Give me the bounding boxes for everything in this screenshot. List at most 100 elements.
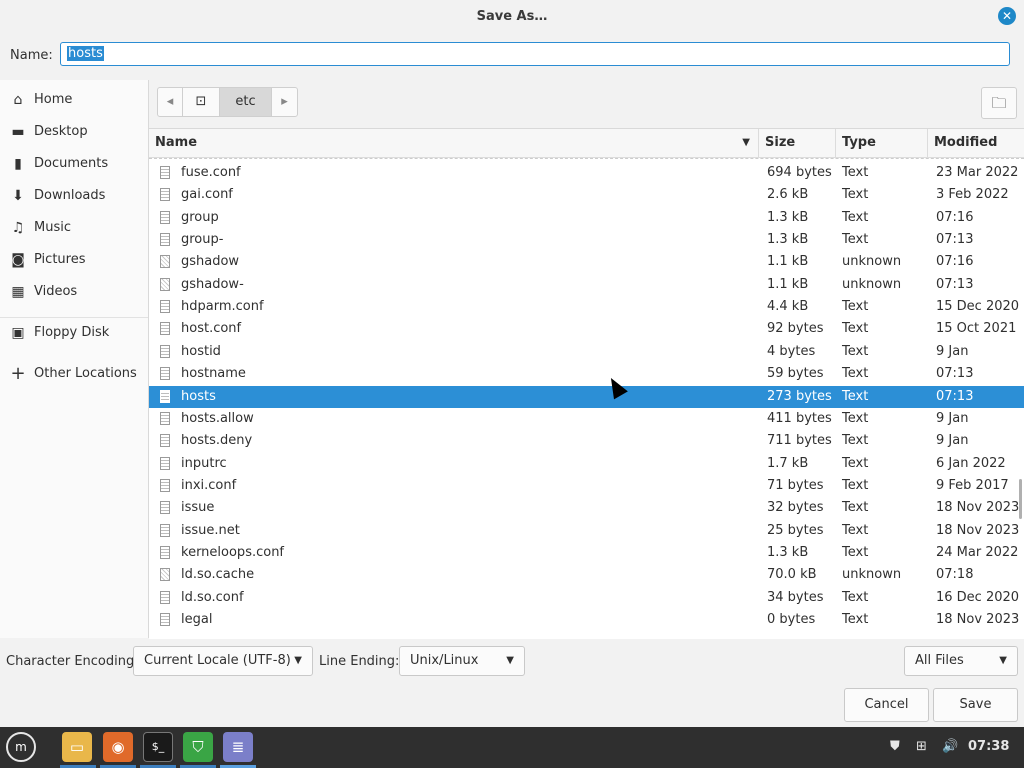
- file-modified: 07:13: [936, 232, 974, 247]
- file-name: gshadow-: [181, 277, 244, 292]
- encoding-select[interactable]: Current Locale (UTF-8) ▼: [133, 646, 313, 676]
- cancel-button[interactable]: Cancel: [844, 688, 929, 722]
- file-row[interactable]: group- 1.3 kB Text 07:13: [149, 229, 1024, 251]
- file-size: 1.3 kB: [767, 232, 809, 247]
- text-file-icon: [160, 591, 170, 604]
- close-icon[interactable]: ✕: [998, 7, 1016, 25]
- file-row[interactable]: hostid 4 bytes Text 9 Jan: [149, 341, 1024, 363]
- file-modified: 9 Jan: [936, 411, 969, 426]
- text-editor-icon[interactable]: ≣: [223, 732, 253, 762]
- update-manager-icon[interactable]: ⛉: [183, 732, 213, 762]
- column-type[interactable]: Type: [836, 129, 928, 157]
- file-row[interactable]: hosts 273 bytes Text 07:13: [149, 386, 1024, 408]
- text-file-icon: [160, 501, 170, 514]
- path-back-button[interactable]: ◂: [157, 87, 183, 117]
- sidebar-item-music[interactable]: ♫ Music: [0, 213, 148, 243]
- file-type: Text: [842, 456, 869, 471]
- file-name: gshadow: [181, 254, 240, 269]
- file-row[interactable]: issue 32 bytes Text 18 Nov 2023: [149, 497, 1024, 519]
- network-icon[interactable]: ⊞: [916, 739, 927, 754]
- file-row[interactable]: kerneloops.conf 1.3 kB Text 24 Mar 2022: [149, 542, 1024, 564]
- column-modified[interactable]: Modified: [928, 129, 1024, 157]
- file-manager-icon[interactable]: ▭: [62, 732, 92, 762]
- file-size: 4 bytes: [767, 344, 816, 359]
- file-row[interactable]: host.conf 92 bytes Text 15 Oct 2021: [149, 318, 1024, 340]
- file-modified: 15 Oct 2021: [936, 321, 1017, 336]
- new-folder-icon: 🗀: [991, 94, 1007, 112]
- sidebar-item-home[interactable]: ⌂ Home: [0, 85, 148, 115]
- file-name: inxi.conf: [181, 478, 237, 493]
- text-file-icon: [160, 390, 170, 403]
- sidebar-item-documents[interactable]: ▮ Documents: [0, 149, 148, 179]
- clock[interactable]: 07:38: [968, 739, 1009, 754]
- file-row[interactable]: group 1.3 kB Text 07:16: [149, 207, 1024, 229]
- file-row[interactable]: ld.so.conf 34 bytes Text 16 Dec 2020: [149, 587, 1024, 609]
- text-file-icon: [160, 412, 170, 425]
- path-root-button[interactable]: ⊡: [182, 87, 220, 117]
- terminal-icon[interactable]: $_: [143, 732, 173, 762]
- filename-input[interactable]: hosts: [60, 42, 1010, 66]
- file-row[interactable]: gai.conf 2.6 kB Text 3 Feb 2022: [149, 184, 1024, 206]
- chevron-down-icon: ▼: [999, 655, 1007, 666]
- text-file-icon: [160, 457, 170, 470]
- sidebar-item-floppy-disk[interactable]: ▣ Floppy Disk: [0, 318, 148, 348]
- home-icon: ⌂: [13, 92, 23, 108]
- file-row[interactable]: hdparm.conf 4.4 kB Text 15 Dec 2020: [149, 296, 1024, 318]
- file-size: 411 bytes: [767, 411, 832, 426]
- shield-icon[interactable]: ⛊: [890, 739, 900, 754]
- chevron-down-icon: ▼: [294, 655, 302, 666]
- file-type: Text: [842, 389, 869, 404]
- path-crumb-etc[interactable]: etc: [219, 87, 272, 117]
- file-row[interactable]: hostname 59 bytes Text 07:13: [149, 363, 1024, 385]
- file-size: 71 bytes: [767, 478, 824, 493]
- menu-icon[interactable]: m: [6, 732, 36, 762]
- name-label: Name:: [10, 48, 53, 63]
- file-list[interactable]: Name ▼ Size Type Modified fuse.conf 694 by…: [149, 128, 1024, 639]
- file-type: Text: [842, 478, 869, 493]
- file-modified: 07:13: [936, 277, 974, 292]
- file-type: Text: [842, 210, 869, 225]
- sidebar-item-videos[interactable]: ▦ Videos: [0, 277, 148, 307]
- path-forward-button[interactable]: ▸: [271, 87, 298, 117]
- line-ending-select[interactable]: Unix/Linux ▼: [399, 646, 525, 676]
- text-file-icon: [160, 367, 170, 380]
- file-row[interactable]: hosts.deny 711 bytes Text 9 Jan: [149, 430, 1024, 452]
- file-filter-select[interactable]: All Files ▼: [904, 646, 1018, 676]
- sidebar-item-other-locations[interactable]: + Other Locations: [0, 359, 148, 389]
- firefox-icon[interactable]: ◉: [103, 732, 133, 762]
- text-file-icon: [160, 322, 170, 335]
- file-row[interactable]: fuse.conf 694 bytes Text 23 Mar 2022: [149, 162, 1024, 184]
- file-row[interactable]: issue.net 25 bytes Text 18 Nov 2023: [149, 520, 1024, 542]
- scrollbar-thumb[interactable]: [1019, 479, 1022, 519]
- file-modified: 9 Feb 2017: [936, 478, 1009, 493]
- file-row[interactable]: inputrc 1.7 kB Text 6 Jan 2022: [149, 453, 1024, 475]
- file-row[interactable]: ld.so.cache 70.0 kB unknown 07:18: [149, 564, 1024, 586]
- file-type: Text: [842, 612, 869, 627]
- file-size: 92 bytes: [767, 321, 824, 336]
- documents-icon: ▮: [14, 156, 22, 172]
- file-size: 1.1 kB: [767, 277, 809, 292]
- file-modified: 9 Jan: [936, 344, 969, 359]
- file-type: Text: [842, 299, 869, 314]
- file-row[interactable]: legal 0 bytes Text 18 Nov 2023: [149, 609, 1024, 631]
- sidebar-item-desktop[interactable]: ▬ Desktop: [0, 117, 148, 147]
- file-modified: 07:16: [936, 210, 974, 225]
- column-size[interactable]: Size: [759, 129, 836, 157]
- save-button[interactable]: Save: [933, 688, 1018, 722]
- file-name: group: [181, 210, 219, 225]
- column-name[interactable]: Name ▼: [149, 129, 759, 157]
- file-row[interactable]: inxi.conf 71 bytes Text 9 Feb 2017: [149, 475, 1024, 497]
- text-file-icon: [160, 613, 170, 626]
- volume-icon[interactable]: 🔊: [942, 739, 958, 754]
- new-folder-button[interactable]: 🗀: [981, 87, 1017, 119]
- file-row[interactable]: gshadow- 1.1 kB unknown 07:13: [149, 274, 1024, 296]
- file-size: 1.3 kB: [767, 545, 809, 560]
- sidebar-item-pictures[interactable]: ◙ Pictures: [0, 245, 148, 275]
- sidebar-item-downloads[interactable]: ⬇ Downloads: [0, 181, 148, 211]
- file-row[interactable]: gshadow 1.1 kB unknown 07:16: [149, 251, 1024, 273]
- chevron-down-icon: ▼: [506, 655, 514, 666]
- text-file-icon: [160, 546, 170, 559]
- file-row[interactable]: hosts.allow 411 bytes Text 9 Jan: [149, 408, 1024, 430]
- taskbar: m ▭ ◉ $_ ⛉ ≣ ⛊ ⊞ 🔊 07:38: [0, 727, 1024, 768]
- file-name: legal: [181, 612, 213, 627]
